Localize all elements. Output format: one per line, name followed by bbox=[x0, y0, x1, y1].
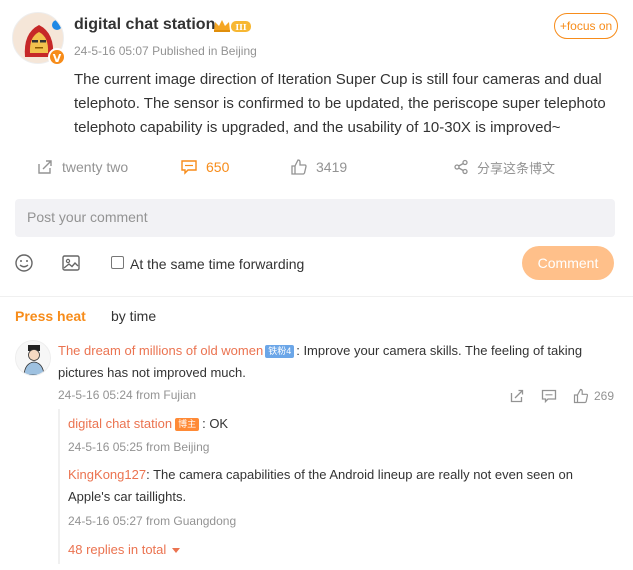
post-text: The current image direction of Iteration… bbox=[74, 71, 606, 136]
comment-reply-icon[interactable] bbox=[541, 388, 557, 404]
forward-checkbox[interactable] bbox=[111, 256, 124, 269]
follow-button[interactable]: +focus on bbox=[554, 13, 618, 39]
forward-count: twenty two bbox=[62, 159, 129, 175]
fan-level-badge: 铁粉4 bbox=[265, 345, 295, 359]
comment-icon bbox=[181, 160, 197, 175]
reply-thread-line bbox=[58, 409, 60, 564]
comment-meta: 24-5-16 05:24 from Fujian bbox=[58, 388, 197, 402]
commenter-avatar[interactable] bbox=[15, 340, 51, 376]
sort-by-time-tab[interactable]: by time bbox=[111, 308, 156, 324]
submit-comment-button[interactable]: Comment bbox=[522, 246, 614, 280]
author-avatar-wrap[interactable]: V bbox=[12, 12, 66, 66]
vip-crown-icon: III bbox=[214, 20, 251, 32]
comment-text: The dream of millions of old women 铁粉4: I… bbox=[58, 340, 618, 384]
share-icon bbox=[454, 159, 468, 175]
emoji-icon[interactable] bbox=[14, 253, 34, 273]
reply-meta: 24-5-16 05:25 from Beijing bbox=[68, 440, 210, 454]
more-replies-label: 48 replies in total bbox=[68, 542, 167, 557]
comment-forward-icon[interactable] bbox=[509, 388, 525, 404]
forward-checkbox-label[interactable]: At the same time forwarding bbox=[130, 256, 304, 272]
comment-count: 650 bbox=[206, 159, 230, 175]
verified-badge-icon: V bbox=[48, 48, 66, 66]
post-timestamp[interactable]: 24-5-16 05:07 bbox=[74, 44, 149, 58]
more-replies-link[interactable]: 48 replies in total bbox=[68, 542, 180, 557]
forward-icon bbox=[38, 160, 52, 174]
sort-by-heat-tab[interactable]: Press heat bbox=[15, 308, 86, 324]
reply-author-name[interactable]: KingKong127 bbox=[68, 467, 146, 482]
comment-action[interactable]: 650 bbox=[180, 158, 229, 176]
thumbs-up-icon bbox=[291, 159, 307, 175]
caret-down-icon bbox=[171, 547, 180, 553]
reply-text: digital chat station 博主: OK bbox=[68, 413, 613, 435]
share-label: 分享这条博文 bbox=[477, 161, 556, 177]
image-icon[interactable] bbox=[61, 253, 81, 273]
post-location: Published in Beijing bbox=[152, 44, 257, 58]
reply-author-name[interactable]: digital chat station bbox=[68, 416, 172, 431]
comment-like-icon[interactable] bbox=[573, 388, 589, 404]
share-action[interactable]: 分享这条博文 bbox=[453, 158, 556, 177]
like-action[interactable]: 3419 bbox=[290, 158, 347, 176]
svg-text:III: III bbox=[235, 22, 246, 32]
commenter-name[interactable]: The dream of millions of old women bbox=[58, 343, 263, 358]
reply-body: : OK bbox=[202, 416, 229, 431]
like-count: 3419 bbox=[316, 159, 348, 175]
post-meta: 24-5-16 05:07 Published in Beijing bbox=[74, 44, 257, 58]
ancient-figure-avatar-icon bbox=[16, 341, 50, 375]
divider bbox=[0, 296, 633, 297]
reply-meta: 24-5-16 05:27 from Guangdong bbox=[68, 514, 237, 528]
comment-like-count: 269 bbox=[594, 389, 615, 403]
post-author-name[interactable]: digital chat station bbox=[74, 16, 215, 34]
blogger-badge: 博主 bbox=[175, 418, 200, 432]
forward-action[interactable]: twenty two bbox=[36, 158, 128, 176]
reply-text: KingKong127: The camera capabilities of … bbox=[68, 464, 613, 508]
comment-input[interactable]: Post your comment bbox=[15, 199, 615, 237]
